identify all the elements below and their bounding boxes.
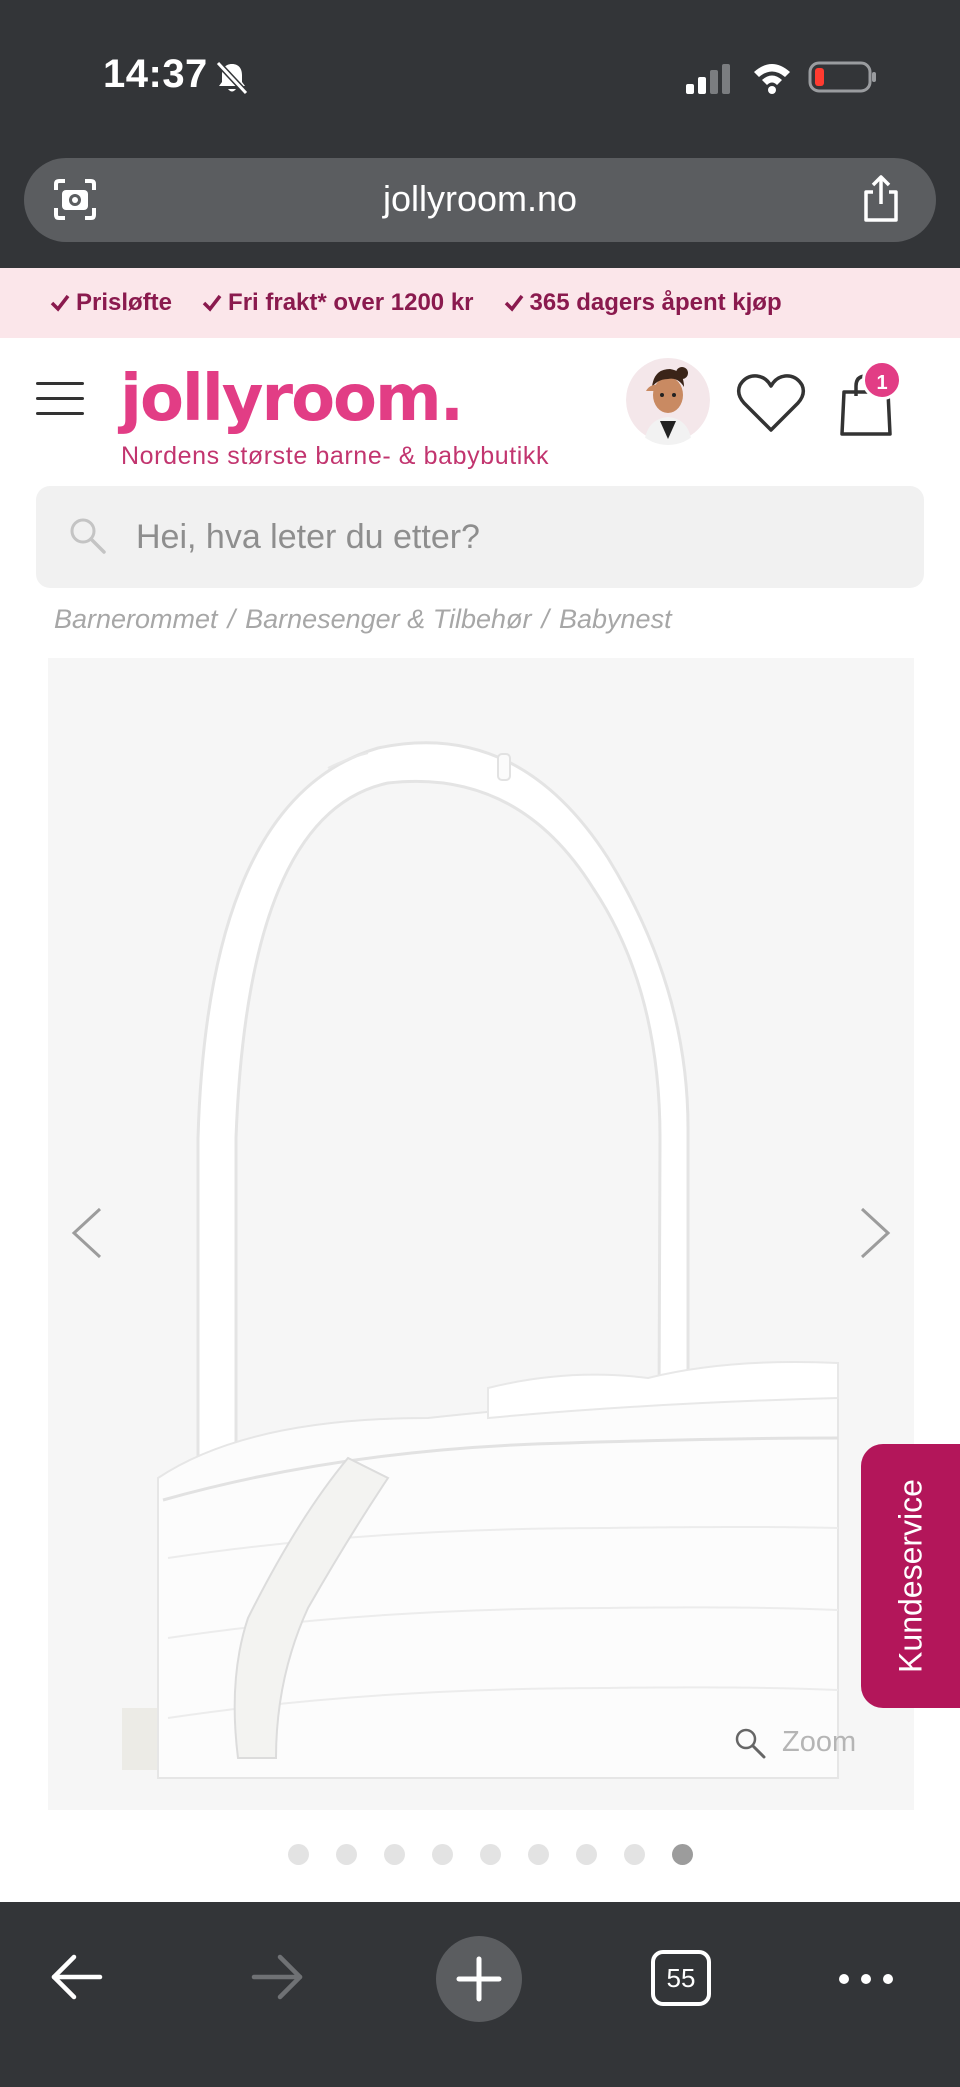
battery-low-icon	[808, 61, 876, 93]
share-icon[interactable]	[860, 174, 902, 224]
search-box[interactable]	[36, 486, 924, 588]
checkmark-icon	[202, 294, 222, 312]
usp-item: 365 dagers åpent kjøp	[504, 289, 782, 317]
tabs-count-button[interactable]: 55	[651, 1950, 711, 2006]
site-logo[interactable]: jollyroom.	[120, 362, 464, 436]
breadcrumb-item-babynest[interactable]: Babynest	[559, 604, 672, 635]
breadcrumb-item-barnerommet[interactable]: Barnerommet	[54, 604, 218, 635]
zoom-button[interactable]: Zoom	[734, 1726, 856, 1759]
usp-label: Fri frakt* over 1200 kr	[228, 289, 474, 316]
new-tab-button[interactable]	[436, 1936, 522, 2022]
gallery-dot[interactable]	[624, 1844, 645, 1865]
gallery-pagination	[288, 1844, 693, 1865]
assistant-avatar[interactable]	[626, 355, 710, 445]
product-gallery[interactable]: Zoom	[48, 658, 914, 1810]
page: 14:37 jollyroom.no Prisløfte Fri frakt* …	[0, 0, 960, 2087]
cellular-signal-icon	[686, 64, 730, 94]
gallery-dot[interactable]	[288, 1844, 309, 1865]
breadcrumb: Barnerommet / Barnesenger & Tilbehør / B…	[54, 604, 672, 635]
product-image[interactable]	[48, 658, 914, 1810]
usp-item: Prisløfte	[50, 289, 172, 317]
forward-arrow-icon[interactable]	[250, 1952, 306, 2002]
plus-icon	[456, 1956, 502, 2002]
customer-service-label: Kundeservice	[892, 1479, 928, 1673]
checkmark-icon	[50, 294, 70, 312]
hamburger-menu-icon[interactable]	[36, 382, 84, 418]
browser-top-bar: 14:37 jollyroom.no	[0, 0, 960, 268]
customer-service-tab[interactable]: Kundeservice	[861, 1444, 960, 1708]
gallery-dot[interactable]	[336, 1844, 357, 1865]
usp-label: Prisløfte	[76, 289, 173, 316]
zoom-icon	[735, 1728, 766, 1758]
gallery-dot[interactable]	[432, 1844, 453, 1865]
gallery-next-arrow-icon[interactable]	[858, 1206, 892, 1260]
browser-toolbar: 55	[0, 1902, 960, 2087]
site-tagline: Nordens største barne- & babybutikk	[121, 442, 550, 470]
wishlist-heart-icon[interactable]	[736, 372, 806, 434]
bell-muted-icon	[215, 60, 249, 96]
gallery-prev-arrow-icon[interactable]	[70, 1206, 104, 1260]
breadcrumb-separator: /	[227, 604, 236, 634]
usp-label: 365 dagers åpent kjøp	[529, 289, 782, 316]
breadcrumb-item-barnesenger[interactable]: Barnesenger & Tilbehør	[245, 604, 531, 635]
search-input[interactable]	[136, 508, 896, 566]
wifi-icon	[754, 64, 790, 94]
usp-item: Fri frakt* over 1200 kr	[202, 289, 474, 317]
status-time: 14:37	[103, 52, 208, 96]
back-arrow-icon[interactable]	[48, 1952, 104, 2002]
cart-count-badge[interactable]: 1	[862, 360, 902, 400]
gallery-dot-active[interactable]	[672, 1844, 693, 1865]
gallery-dot[interactable]	[480, 1844, 501, 1865]
gallery-dot[interactable]	[528, 1844, 549, 1865]
search-icon	[70, 518, 106, 554]
breadcrumb-separator: /	[541, 604, 549, 634]
checkmark-icon	[504, 294, 523, 312]
more-dots-icon[interactable]	[836, 1964, 896, 1994]
usp-bar: Prisløfte Fri frakt* over 1200 kr 365 da…	[0, 268, 960, 338]
zoom-label: Zoom	[782, 1726, 857, 1758]
url-text[interactable]: jollyroom.no	[24, 178, 936, 220]
gallery-dot[interactable]	[576, 1844, 597, 1865]
gallery-dot[interactable]	[384, 1844, 405, 1865]
url-bar[interactable]: jollyroom.no	[24, 158, 936, 242]
